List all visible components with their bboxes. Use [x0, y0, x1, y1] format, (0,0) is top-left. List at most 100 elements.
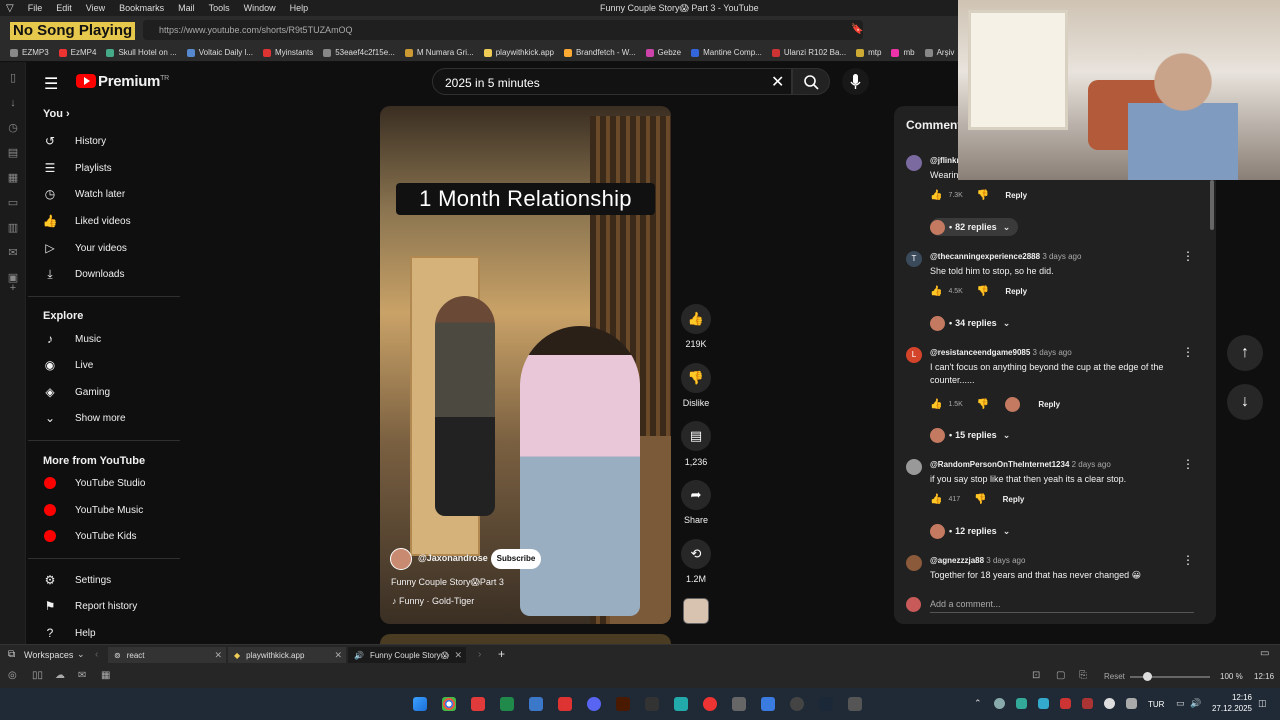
- comment-author[interactable]: @agnezzzja88 3 days ago: [930, 556, 1025, 565]
- window-panel-icon[interactable]: ▦: [7, 172, 19, 184]
- voice-search-button[interactable]: [842, 68, 869, 95]
- guide-music[interactable]: ♪ Music: [43, 329, 183, 349]
- menu-help[interactable]: Help: [290, 3, 309, 13]
- page-actions-icon[interactable]: ⎘: [1079, 670, 1087, 681]
- zoom-reset-button[interactable]: Reset: [1104, 672, 1125, 681]
- network-icon[interactable]: ▭: [1176, 698, 1185, 709]
- bookmark-item[interactable]: playwithkick.app: [483, 48, 554, 57]
- thumbs-down-icon[interactable]: 👎: [977, 286, 989, 297]
- comment-author[interactable]: @resistanceendgame9085 3 days ago: [930, 348, 1072, 357]
- app-icon[interactable]: [645, 697, 659, 711]
- guide-live[interactable]: ◉ Live: [43, 355, 183, 375]
- bookmark-item[interactable]: Skull Hotel on ...: [106, 48, 177, 57]
- bookmark-item[interactable]: Myinstants: [262, 48, 313, 57]
- comments-button[interactable]: ▤: [681, 421, 711, 451]
- notifications-icon[interactable]: ◫: [1258, 698, 1267, 709]
- tab-funny-couple-story[interactable]: 🔊 Funny Couple Story😱 ✕: [348, 647, 466, 663]
- reply-button[interactable]: Reply: [1005, 191, 1027, 200]
- remix-button[interactable]: ⟲: [681, 539, 711, 569]
- reply-button[interactable]: Reply: [1003, 495, 1025, 504]
- cloud-sync-icon[interactable]: ☁: [55, 670, 65, 681]
- comment-avatar[interactable]: T: [906, 251, 922, 267]
- zoom-slider-handle[interactable]: [1143, 672, 1152, 681]
- menu-mail[interactable]: Mail: [178, 3, 195, 13]
- discord-icon[interactable]: [587, 697, 601, 711]
- comment-avatar[interactable]: [906, 459, 922, 475]
- comment-avatar[interactable]: [906, 155, 922, 171]
- app-icon[interactable]: [732, 697, 746, 711]
- zoom-slider[interactable]: [1130, 676, 1210, 678]
- reading-panel-icon[interactable]: ▭: [7, 197, 19, 209]
- guide-report-history[interactable]: ⚑ Report history: [43, 596, 183, 616]
- tab-scroll-right-icon[interactable]: ›: [478, 649, 481, 660]
- reply-button[interactable]: Reply: [1005, 287, 1027, 296]
- menu-edit[interactable]: Edit: [56, 3, 72, 13]
- vivaldi-icon[interactable]: [471, 697, 485, 711]
- app-icon[interactable]: ▽: [6, 3, 14, 14]
- panel-toggle-icon[interactable]: ◎: [8, 670, 17, 681]
- youtube-music-icon[interactable]: [703, 697, 717, 711]
- guide-settings[interactable]: ⚙ Settings: [43, 570, 183, 590]
- sound-thumbnail[interactable]: [683, 598, 709, 624]
- terminal-icon[interactable]: [500, 697, 514, 711]
- thumbs-up-icon[interactable]: 👍: [930, 399, 942, 410]
- menu-tools[interactable]: Tools: [209, 3, 230, 13]
- replies-toggle[interactable]: • 82 replies ⌄: [930, 218, 1019, 236]
- reply-button[interactable]: Reply: [1038, 400, 1060, 409]
- volume-icon[interactable]: 🔊: [1190, 698, 1201, 709]
- guide-youtube-music[interactable]: YouTube Music: [43, 500, 183, 520]
- bookmark-item[interactable]: mb: [891, 48, 915, 57]
- replies-toggle[interactable]: • 12 replies ⌄: [930, 522, 1010, 540]
- bookmark-item[interactable]: 53eaef4c2f15e...: [323, 48, 395, 57]
- thumbs-up-icon[interactable]: 👍: [930, 286, 942, 297]
- chrome-icon[interactable]: [442, 697, 456, 711]
- tray-icon[interactable]: [1060, 698, 1071, 709]
- share-button[interactable]: ➦: [681, 480, 711, 510]
- bookmark-item[interactable]: M Numara Gri...: [404, 48, 474, 57]
- next-short-preview[interactable]: [380, 634, 671, 644]
- thumbs-down-icon[interactable]: 👎: [977, 190, 989, 201]
- guide-playlists[interactable]: ☰ Playlists: [43, 158, 183, 178]
- search-input[interactable]: 2025 in 5 minutes: [432, 68, 792, 95]
- trash-icon[interactable]: ▭: [1260, 648, 1269, 659]
- tray-icon[interactable]: [1104, 698, 1115, 709]
- guide-youtube-studio[interactable]: YouTube Studio: [43, 473, 183, 493]
- bookmark-item[interactable]: EzMP4: [58, 48, 96, 57]
- short-music[interactable]: ♪ Funny · Gold-Tiger: [392, 596, 474, 606]
- url-field[interactable]: https://www.youtube.com/shorts/R9t5TUZAm…: [143, 20, 863, 40]
- thumbs-down-icon[interactable]: 👎: [977, 399, 989, 410]
- system-clock[interactable]: 12:16 27.12.2025: [1204, 692, 1252, 714]
- comment-avatar[interactable]: [906, 555, 922, 571]
- clear-search-icon[interactable]: ✕: [771, 72, 784, 92]
- downloads-panel-icon[interactable]: ↓: [7, 97, 19, 109]
- workspaces-icon[interactable]: ⧉: [8, 649, 15, 660]
- previous-short-button[interactable]: ↑: [1227, 335, 1263, 371]
- tray-expand-icon[interactable]: ⌃: [974, 698, 982, 709]
- tiling-icon[interactable]: ▢: [1056, 670, 1065, 681]
- bookmark-item[interactable]: Ulanzi R102 Ba...: [771, 48, 846, 57]
- language-indicator[interactable]: TUR: [1148, 700, 1164, 709]
- like-button[interactable]: 👍: [681, 304, 711, 334]
- obs-icon[interactable]: [790, 697, 804, 711]
- menu-icon[interactable]: ☰: [44, 74, 58, 94]
- guide-watch-later[interactable]: ◷ Watch later: [43, 184, 183, 204]
- youtube-brand[interactable]: PremiumTR: [98, 73, 169, 90]
- channel-avatar[interactable]: [390, 548, 412, 570]
- mail-status-icon[interactable]: ✉: [78, 670, 86, 681]
- more-icon[interactable]: ⋮: [1182, 249, 1194, 263]
- bookmark-item[interactable]: mtp: [856, 48, 881, 57]
- filezilla-icon[interactable]: [558, 697, 572, 711]
- add-panel-icon[interactable]: +: [7, 282, 19, 294]
- tile-icon[interactable]: ▯▯: [32, 670, 43, 681]
- app-icon[interactable]: [848, 697, 862, 711]
- bookmarks-panel-icon[interactable]: ▯: [7, 72, 19, 84]
- short-title[interactable]: Funny Couple Story😱Part 3: [391, 577, 504, 588]
- capture-icon[interactable]: ⊡: [1032, 670, 1040, 681]
- more-icon[interactable]: ⋮: [1182, 345, 1194, 359]
- menu-view[interactable]: View: [86, 3, 105, 13]
- guide-your-videos[interactable]: ▷ Your videos: [43, 238, 183, 258]
- mic-tray-icon[interactable]: [1126, 698, 1137, 709]
- bookmark-item[interactable]: Gebze: [645, 48, 681, 57]
- notes-panel-icon[interactable]: ▤: [7, 147, 19, 159]
- tab-scroll-left-icon[interactable]: ‹: [95, 649, 98, 660]
